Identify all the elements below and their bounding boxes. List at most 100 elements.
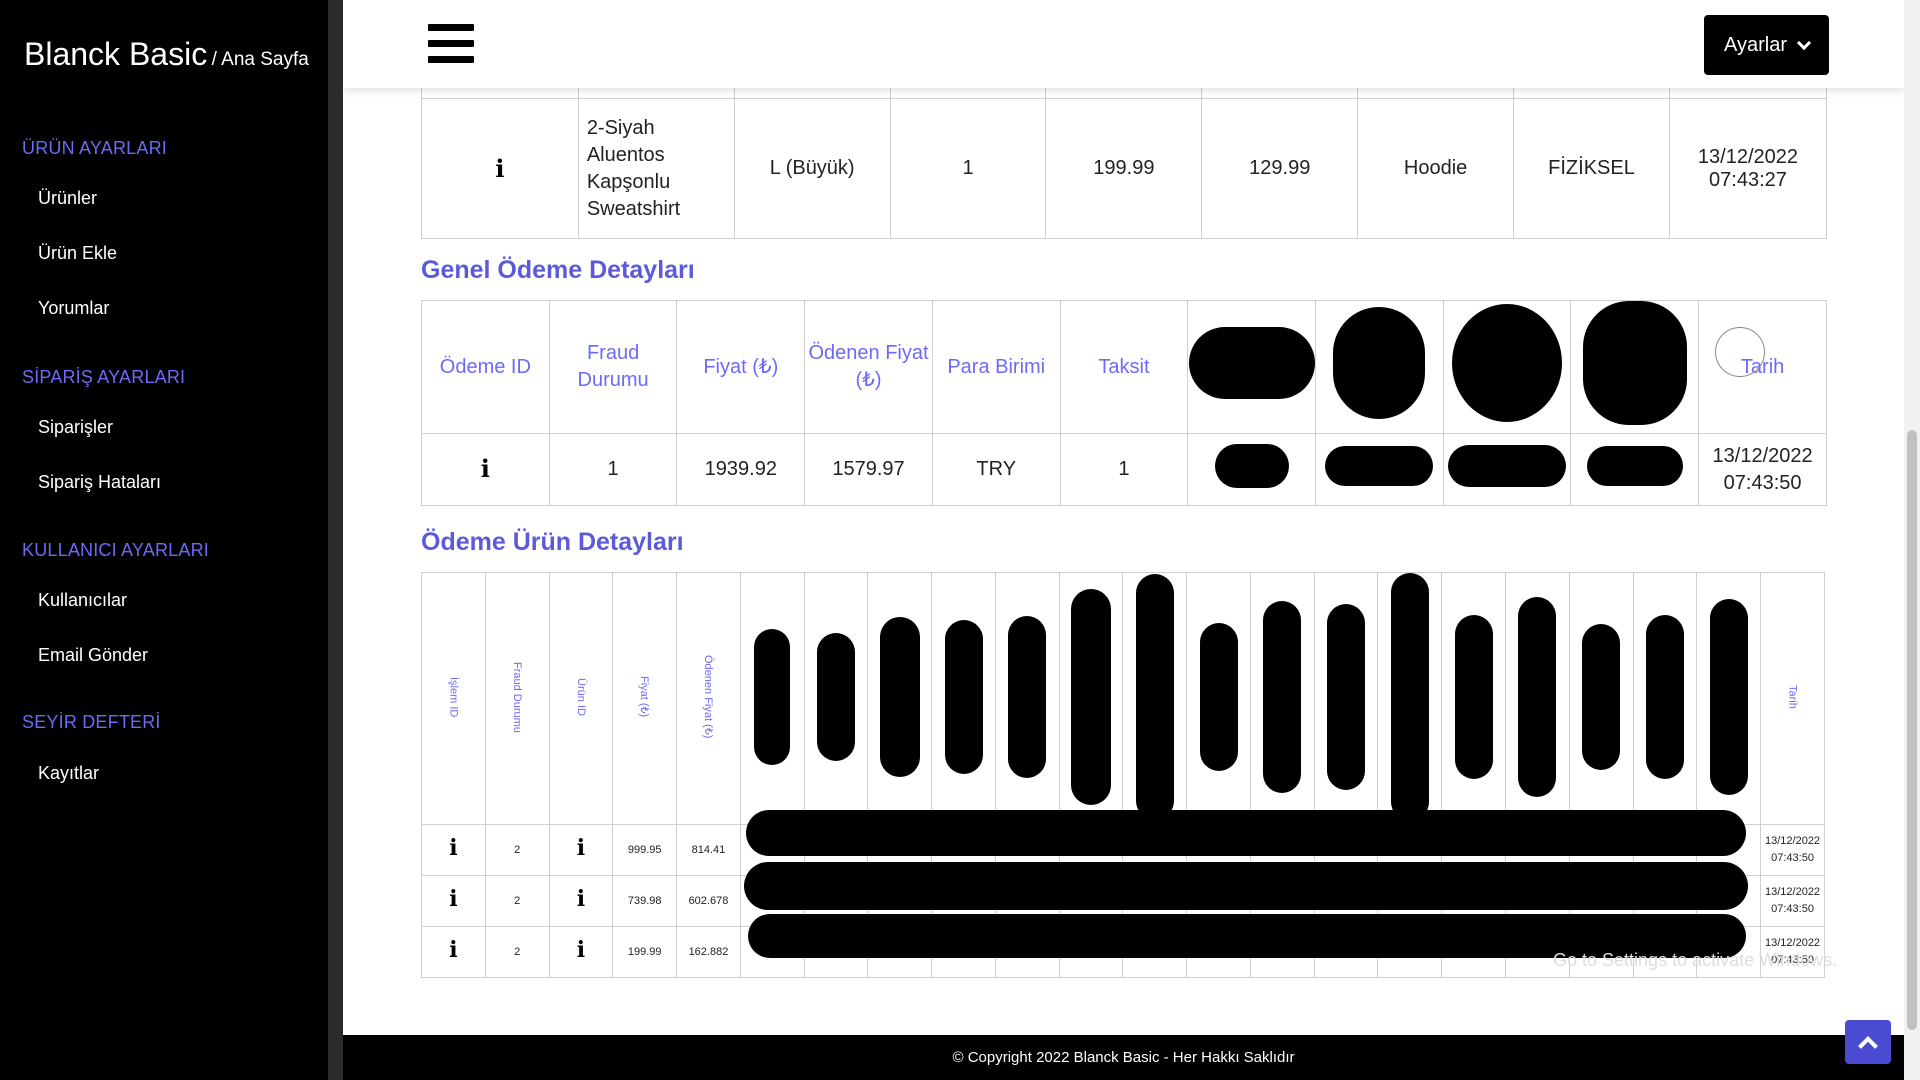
header-price[interactable]: Fiyat (₺) — [612, 572, 678, 825]
sidebar-item-add-product[interactable]: Ürün Ekle — [38, 243, 117, 264]
item-fraud: 2 — [484, 875, 550, 927]
page-scrollbar[interactable] — [1904, 0, 1920, 1080]
info-icon[interactable]: i — [577, 886, 585, 912]
payment-installment: 1 — [1059, 433, 1189, 506]
header-installment[interactable]: Taksit — [1059, 300, 1189, 434]
info-icon[interactable]: i — [449, 937, 457, 963]
sidebar-item-products[interactable]: Ürünler — [38, 188, 97, 209]
payment-date-time: 07:43:50 — [1723, 471, 1802, 494]
item-paid: 814.41 — [676, 824, 741, 876]
redacted-header — [1441, 572, 1507, 825]
item-date-day: 13/12/2022 — [1765, 937, 1821, 949]
redaction-mark — [744, 862, 1748, 910]
redacted-header — [1058, 572, 1124, 825]
redacted-cell — [1570, 433, 1700, 506]
redacted-header — [1122, 572, 1188, 825]
product-type: FİZİKSEL — [1513, 98, 1670, 239]
redacted-header — [1570, 300, 1700, 434]
header-fraud-status[interactable]: Fraud Durumu — [548, 300, 678, 434]
hamburger-icon[interactable] — [428, 24, 474, 64]
brand-name[interactable]: Blanck Basic — [24, 36, 207, 72]
header-price[interactable]: Fiyat (₺) — [676, 300, 806, 434]
settings-dropdown-button[interactable]: Ayarlar — [1704, 15, 1829, 75]
redacted-header — [931, 572, 996, 825]
header-date[interactable]: Tarih — [1698, 300, 1827, 434]
redacted-header — [1186, 572, 1251, 825]
header-payment-id[interactable]: Ödeme ID — [421, 300, 550, 434]
item-date: 13/12/2022 07:43:50 — [1760, 824, 1825, 876]
mouse-cursor-indicator — [1715, 327, 1765, 377]
sidebar-section-product: ÜRÜN AYARLARI — [22, 138, 167, 158]
info-icon[interactable]: i — [449, 835, 457, 861]
scrollbar-thumb[interactable] — [1907, 430, 1917, 1030]
chevron-up-icon — [1858, 1036, 1878, 1056]
sidebar-section-users: KULLANICI AYARLARI — [22, 540, 210, 560]
item-date-day: 13/12/2022 — [1765, 886, 1821, 898]
header-product-id[interactable]: Ürün ID — [548, 572, 614, 825]
item-fraud: 2 — [484, 824, 550, 876]
main-content: Ayarlar i 2-Siyah Aluentos Kapşonlu Swea… — [343, 0, 1904, 1080]
item-date-day: 13/12/2022 — [1765, 835, 1821, 847]
info-icon[interactable]: i — [481, 454, 490, 483]
payment-date-day: 13/12/2022 — [1712, 444, 1813, 467]
payment-details-table: Ödeme ID Fraud Durumu Fiyat (₺) Ödenen F… — [421, 300, 1827, 506]
redacted-header — [739, 572, 805, 825]
info-icon[interactable]: i — [577, 937, 585, 963]
product-date: 13/12/2022 07:43:27 — [1668, 98, 1828, 239]
sidebar-item-orders[interactable]: Siparişler — [38, 417, 113, 438]
settings-label: Ayarlar — [1724, 33, 1787, 56]
brand[interactable]: Blanck Basic / Ana Sayfa — [24, 36, 309, 73]
sidebar-item-send-email[interactable]: Email Gönder — [38, 645, 148, 666]
sidebar-item-comments[interactable]: Yorumlar — [38, 298, 109, 319]
product-paid: 129.99 — [1201, 98, 1359, 239]
info-icon[interactable]: i — [449, 886, 457, 912]
product-category: Hoodie — [1357, 98, 1515, 239]
redacted-header — [1632, 572, 1698, 825]
redacted-header — [994, 572, 1060, 825]
redacted-header — [1696, 572, 1762, 825]
payment-fraud: 1 — [548, 433, 678, 506]
item-paid: 602.678 — [676, 875, 741, 927]
payment-currency: TRY — [931, 433, 1061, 506]
sidebar-item-logs[interactable]: Kayıtlar — [38, 763, 99, 784]
redacted-cell — [1315, 433, 1444, 506]
item-fraud: 2 — [484, 926, 550, 978]
redacted-header — [1568, 572, 1634, 825]
redacted-header — [1377, 572, 1443, 825]
item-price: 739.98 — [612, 875, 678, 927]
header-date[interactable]: Tarih — [1760, 572, 1825, 825]
item-date-time: 07:43:50 — [1771, 852, 1814, 864]
breadcrumb: / Ana Sayfa — [211, 49, 309, 70]
payment-date: 13/12/2022 07:43:50 — [1698, 433, 1827, 506]
copyright-text: © Copyright 2022 Blanck Basic - Her Hakk… — [952, 1049, 1295, 1066]
redacted-header — [1187, 300, 1317, 434]
item-paid: 162.882 — [676, 926, 741, 978]
header-paid-price[interactable]: Ödenen Fiyat (₺) — [804, 300, 933, 434]
header-fraud-status[interactable]: Fraud Durumu — [484, 572, 550, 825]
redacted-cell — [1442, 433, 1572, 506]
payment-paid: 1579.97 — [804, 433, 933, 506]
header-paid-price[interactable]: Ödenen Fiyat (₺) — [676, 572, 741, 825]
payment-details-title: Genel Ödeme Detayları — [421, 256, 695, 284]
sidebar-section-orders: SİPARİŞ AYARLARI — [22, 367, 186, 387]
item-price: 199.99 — [612, 926, 678, 978]
scroll-to-top-button[interactable] — [1845, 1020, 1891, 1064]
product-price: 199.99 — [1045, 98, 1203, 239]
product-date-day: 13/12/2022 — [1697, 145, 1799, 168]
redacted-header — [803, 572, 869, 825]
sidebar-item-users[interactable]: Kullanıcılar — [38, 590, 127, 611]
chevron-down-icon — [1796, 35, 1812, 50]
header-transaction-id[interactable]: İşlem ID — [421, 572, 486, 825]
payment-items-title: Ödeme Ürün Detayları — [421, 528, 684, 556]
info-icon[interactable]: i — [577, 835, 585, 861]
info-icon[interactable]: i — [495, 154, 504, 183]
footer: © Copyright 2022 Blanck Basic - Her Hakk… — [343, 1035, 1904, 1080]
product-quantity: 1 — [889, 98, 1047, 239]
sidebar-item-order-errors[interactable]: Sipariş Hataları — [38, 472, 161, 493]
redacted-header — [867, 572, 933, 825]
table-row: i 2-Siyah Aluentos Kapşonlu Sweatshirt L… — [421, 98, 1828, 239]
sidebar-divider — [328, 0, 343, 1080]
product-size: L (Büyük) — [733, 98, 891, 239]
header-currency[interactable]: Para Birimi — [931, 300, 1061, 434]
table-row: i 1 1939.92 1579.97 TRY 1 13/12/2022 07:4… — [421, 433, 1827, 506]
